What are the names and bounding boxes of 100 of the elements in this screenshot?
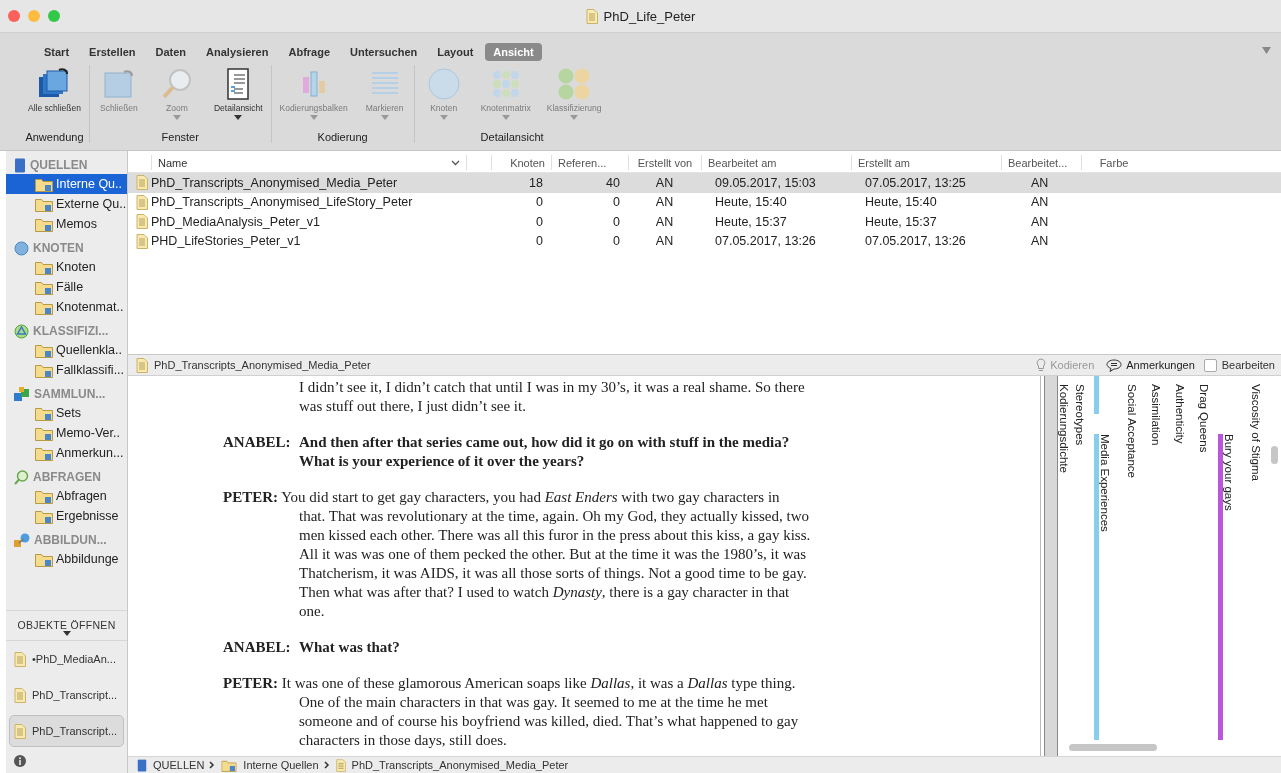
search-icon	[14, 469, 29, 485]
zoom-button[interactable]	[48, 10, 60, 22]
table-row[interactable]: PhD_Transcripts_Anonymised_LifeStory_Peter 0 0 AN Heute, 15:40 Heute, 15:40 AN	[128, 192, 1281, 212]
scrollbar[interactable]	[1069, 744, 1157, 751]
table-cell: 0	[536, 195, 543, 210]
sidebar-item[interactable]: Memo-Ver..	[6, 423, 127, 443]
sidebar-item[interactable]: Anmerkun...	[6, 443, 127, 463]
group-label: Fenster	[161, 131, 199, 143]
stripe-label: Kodierungsdichte	[1058, 384, 1070, 475]
chevron-icon	[209, 761, 216, 769]
transcript-paragraph: It was one of these glamorous American soaps like Dallas, it was a Dallas type thing. One of the main characters in that was gay. It seemed to me at the time he met someone and of course his boyfriend was killed, died. That’s what happened to gay characters in those days, still does.	[281, 675, 799, 748]
table-cell: AN	[655, 214, 674, 229]
table-cell: AN	[655, 195, 674, 210]
sidebar-item[interactable]: Abbildunge	[6, 549, 127, 569]
document-icon	[136, 357, 148, 373]
ribbon-tab[interactable]: Daten	[147, 43, 195, 61]
sidebar-item[interactable]: Sets	[6, 403, 127, 423]
edit-checkbox[interactable]: Bearbeiten	[1203, 358, 1281, 372]
sidebar-item[interactable]: Memos	[6, 214, 127, 234]
open-object[interactable]: PhD_Transcript...	[9, 715, 124, 747]
breadcrumb-item[interactable]: QUELLEN	[153, 759, 205, 771]
sidebar-item[interactable]: Externe Qu..	[6, 194, 127, 214]
column-header[interactable]: Bearbeitet am	[708, 156, 777, 169]
book-icon	[14, 157, 26, 173]
table-cell: Heute, 15:37	[865, 214, 937, 229]
open-object[interactable]: PhD_Transcript...	[9, 679, 124, 711]
folder-icon	[35, 508, 53, 524]
breadcrumb-item[interactable]: Interne Quellen	[243, 759, 319, 771]
table-row[interactable]: PhD_MediaAnalysis_Peter_v1 0 0 AN Heute, 15:37 Heute, 15:37 AN	[128, 212, 1281, 232]
document-icon	[136, 194, 148, 210]
coding-stripe[interactable]	[1094, 434, 1099, 740]
sidebar-item[interactable]: Knoten	[6, 257, 127, 277]
coding-stripe[interactable]	[1218, 434, 1223, 740]
caret-icon[interactable]	[1262, 47, 1271, 54]
chevron-icon[interactable]	[451, 159, 460, 166]
ribbon-tab[interactable]: Start	[36, 43, 78, 61]
document-icon	[14, 651, 26, 667]
table-cell: 07.05.2017, 13:26	[865, 234, 966, 249]
folder-icon	[35, 362, 53, 378]
speaker-label: ANABEL:	[223, 433, 292, 452]
folder-icon	[35, 196, 53, 212]
ribbon-button[interactable]: Detailansicht	[209, 65, 267, 127]
sidebar-item[interactable]: Fallklassifi...	[6, 360, 127, 380]
open-object[interactable]: •PhD_MediaAn...	[9, 643, 124, 675]
sidebar-item[interactable]: Fälle	[6, 277, 127, 297]
sidebar-item[interactable]: Interne Qu..	[6, 174, 127, 194]
column-header[interactable]: Knoten	[510, 156, 545, 169]
breadcrumb-item[interactable]: PhD_Transcripts_Anonymised_Media_Peter	[351, 759, 569, 771]
group-label: Detailansicht	[480, 131, 544, 143]
coding-stripe[interactable]	[1094, 376, 1099, 414]
group-label: Kodierung	[317, 131, 368, 143]
table-cell: AN	[1031, 195, 1049, 210]
column-header[interactable]: Farbe	[1099, 156, 1129, 169]
folder-icon	[35, 279, 53, 295]
ribbon-tab[interactable]: Analysieren	[198, 43, 277, 61]
section-header[interactable]: OBJEKTE ÖFFNEN	[17, 619, 116, 631]
caret-icon	[62, 631, 71, 636]
scrollbar[interactable]	[1271, 446, 1278, 464]
toolbar-button[interactable]: Anmerkungen	[1103, 358, 1198, 372]
ribbon-tab[interactable]: Erstellen	[81, 43, 144, 61]
section-header: SAMMLUN...	[34, 387, 106, 401]
ribbon-tab[interactable]: Abfrage	[280, 43, 339, 61]
document-icon	[14, 723, 26, 739]
ribbon-tab[interactable]: Layout	[429, 43, 482, 61]
table-cell: AN	[1031, 234, 1049, 249]
minimize-button[interactable]	[28, 10, 40, 22]
table-cell: 0	[536, 214, 543, 229]
column-header[interactable]: Erstellt von	[637, 156, 693, 169]
chevron-icon	[323, 761, 330, 769]
table-cell: 0	[613, 214, 620, 229]
ribbon-button[interactable]: Alle schließen	[24, 65, 85, 127]
stripe-label: Social Acceptance	[1126, 384, 1138, 478]
section-header: QUELLEN	[30, 158, 88, 172]
table-cell-text: PhD_MediaAnalysis_Peter_v1	[151, 214, 321, 229]
speech-bubble-icon	[1106, 358, 1123, 372]
column-header[interactable]: Referen...	[558, 156, 607, 169]
ribbon-tab[interactable]: Untersuchen	[342, 43, 426, 61]
folder-icon	[35, 445, 53, 461]
sidebar-item[interactable]: Knotenmat..	[6, 297, 127, 317]
folder-icon	[35, 299, 53, 315]
column-header[interactable]: Bearbeitet...	[1008, 156, 1068, 169]
close-button[interactable]	[8, 10, 20, 22]
table-cell: 0	[613, 195, 620, 210]
transcript-paragraph: What was that?	[299, 638, 400, 657]
sidebar-item[interactable]: Abfragen	[6, 486, 127, 506]
lightbulb-icon	[1036, 358, 1047, 372]
column-header[interactable]: Name	[158, 156, 188, 169]
info-icon[interactable]	[14, 755, 26, 767]
column-header[interactable]: Erstellt am	[858, 156, 910, 169]
folder-icon	[35, 342, 53, 358]
table-cell: 07.05.2017, 13:25	[865, 175, 966, 190]
table-row[interactable]: PhD_Transcripts_Anonymised_Media_Peter 18 40 AN 09.05.2017, 15:03 07.05.2017, 13:25 AN	[128, 173, 1281, 193]
sidebar-item[interactable]: Ergebnisse	[6, 506, 127, 526]
table-row[interactable]: PHD_LifeStories_Peter_v1 0 0 AN 07.05.2017, 13:26 07.05.2017, 13:26 AN	[128, 231, 1281, 251]
table-cell: 40	[606, 175, 620, 190]
sidebar-item[interactable]: Quellenkla..	[6, 340, 127, 360]
document-icon	[136, 233, 148, 249]
table-cell: 18	[529, 175, 543, 190]
stripe-label: Media Experiences	[1099, 434, 1111, 532]
folder-icon	[35, 488, 53, 504]
